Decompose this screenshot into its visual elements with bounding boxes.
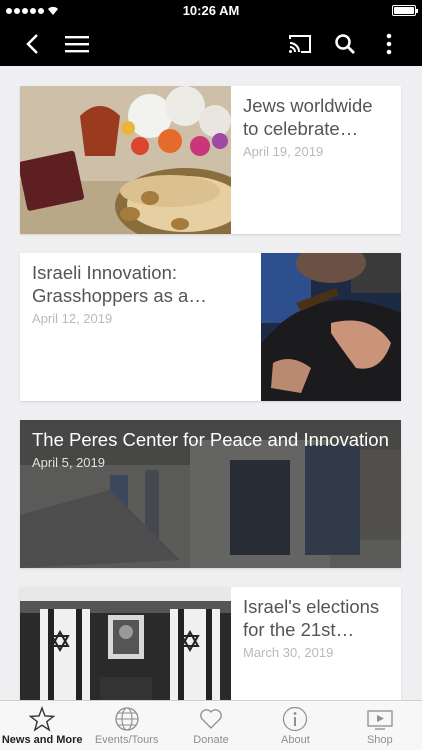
article-title: Israel's elections for the 21st Knesset: [243, 596, 380, 640]
chevron-left-icon: [26, 34, 38, 54]
status-bar: 10:26 AM: [0, 0, 422, 22]
tab-label: Donate: [193, 734, 229, 746]
man-holding-grasshopper-photo: [261, 253, 401, 401]
article-card[interactable]: The Peres Center for Peace and Innovatio…: [20, 420, 401, 568]
battery-icon: [392, 5, 418, 16]
tab-about[interactable]: About: [253, 701, 337, 750]
heart-icon: [200, 709, 222, 729]
article-title: Israeli Innovation: Grasshoppers as a pr…: [32, 262, 189, 306]
article-text: The Peres Center for Peace and Innovatio…: [20, 420, 401, 568]
tab-shop[interactable]: Shop: [338, 701, 422, 750]
cast-button[interactable]: [278, 22, 322, 66]
more-vertical-icon: [386, 33, 392, 55]
article-title: Jews worldwide to celebrate Passover: [243, 95, 373, 139]
tab-label: Events/Tours: [94, 734, 159, 746]
article-text: Jews worldwide to celebrate Passover Apr…: [231, 86, 401, 234]
article-card[interactable]: Israeli Innovation: Grasshoppers as a pr…: [20, 253, 401, 401]
tab-label: News and More: [1, 734, 83, 746]
hamburger-icon: [65, 36, 89, 53]
video-icon: [367, 710, 393, 730]
passover-seder-plate-photo: [20, 86, 231, 234]
cast-icon: [289, 35, 311, 53]
tab-donate[interactable]: Donate: [169, 701, 253, 750]
status-time: 10:26 AM: [182, 3, 240, 18]
article-date: April 5, 2019: [32, 455, 105, 470]
article-text: Israeli Innovation: Grasshoppers as a pr…: [20, 253, 261, 401]
article-card[interactable]: Israel's elections for the 21st Knesset …: [20, 587, 401, 700]
navigation-bar: [0, 22, 422, 66]
back-button[interactable]: [10, 22, 54, 66]
info-icon: [283, 706, 308, 732]
search-icon: [335, 34, 355, 54]
tab-bar: News and More Events/Tours Donate About …: [0, 700, 422, 750]
tab-label: Shop: [366, 734, 393, 746]
tab-label: About: [281, 734, 310, 746]
news-feed[interactable]: Jews worldwide to celebrate Passover Apr…: [0, 66, 422, 700]
tab-events-tours[interactable]: Events/Tours: [84, 701, 168, 750]
menu-button[interactable]: [55, 22, 99, 66]
globe-icon: [114, 707, 139, 731]
article-text: Israel's elections for the 21st Knesset …: [231, 587, 401, 700]
article-date: March 30, 2019: [243, 645, 334, 660]
more-options-button[interactable]: [367, 22, 411, 66]
article-title: The Peres Center for Peace and Innovatio…: [32, 429, 389, 450]
article-date: April 19, 2019: [243, 144, 324, 159]
article-date: April 12, 2019: [32, 311, 113, 326]
article-card[interactable]: Jews worldwide to celebrate Passover Apr…: [20, 86, 401, 234]
herzl-portrait-flags-photo: [20, 587, 231, 700]
tab-news-and-more[interactable]: News and More: [0, 701, 84, 750]
search-button[interactable]: [323, 22, 367, 66]
star-icon: [29, 706, 56, 732]
